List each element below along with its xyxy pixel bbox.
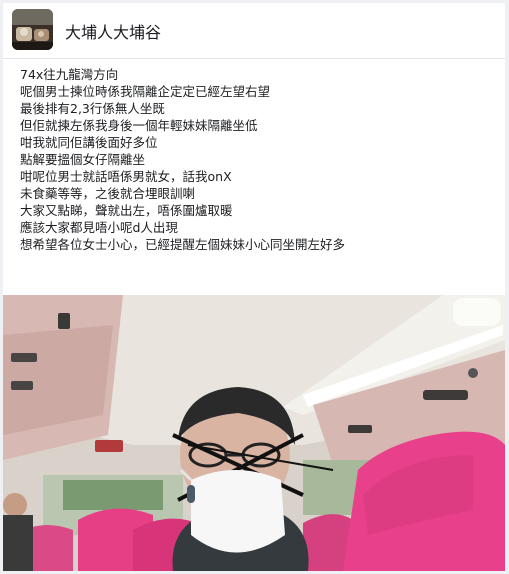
header-divider bbox=[3, 58, 505, 59]
post-line: 大家又點睇，聲就出左，唔係圍爐取暖 bbox=[20, 203, 233, 218]
post-photo[interactable] bbox=[3, 295, 505, 571]
post-line: 咁我就同佢講後面好多位 bbox=[20, 135, 158, 150]
post-line: 未食藥等等，之後就合埋眼訓喇 bbox=[20, 186, 196, 201]
group-name[interactable]: 大埔人大埔谷 bbox=[65, 19, 161, 43]
post-line: 應該大家都見唔小呢d人出現 bbox=[20, 220, 178, 235]
post-line: 呢個男士揀位時係我隔離企定定已經左望右望 bbox=[20, 84, 271, 99]
post-header: 大埔人大埔谷 bbox=[3, 3, 505, 58]
ceiling-light bbox=[453, 298, 501, 326]
face-mask bbox=[191, 470, 285, 553]
bus-interior-photo bbox=[3, 295, 505, 571]
group-avatar[interactable] bbox=[12, 9, 53, 50]
post-body: 74x往九龍灣方向 呢個男士揀位時係我隔離企定定已經左望右望 最後排有2,3行係… bbox=[20, 66, 500, 253]
post-line: 最後排有2,3行係無人坐既 bbox=[20, 101, 165, 116]
post-line: 點解要搵個女仔隔離坐 bbox=[20, 152, 146, 167]
post-line: 想希望各位女士小心，已經提醒左個妹妹小心同坐開左好多 bbox=[20, 237, 346, 252]
post-line: 74x往九龍灣方向 bbox=[20, 67, 119, 82]
group-avatar-icon bbox=[12, 9, 53, 50]
post-line: 咁呢位男士就話唔係男就女，話我onX bbox=[20, 169, 232, 184]
post-card: 大埔人大埔谷 74x往九龍灣方向 呢個男士揀位時係我隔離企定定已經左望右望 最後… bbox=[3, 3, 505, 571]
post-line: 但佢就揀左係我身後一個年輕妹妹隔離坐低 bbox=[20, 118, 258, 133]
